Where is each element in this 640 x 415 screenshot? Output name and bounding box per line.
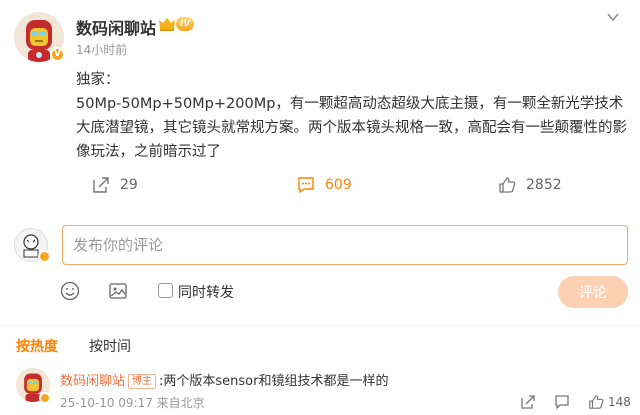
thumbs-up-icon[interactable] [588,394,604,410]
divider [0,325,640,326]
reply-content: 数码闲聊站 博主:两个版本sensor和镜组技术都是一样的 [60,370,388,389]
level-badge: IV [176,17,195,31]
verified-badge-icon [38,250,51,263]
reply-text: :两个版本sensor和镜组技术都是一样的 [159,374,389,389]
image-icon[interactable] [108,281,128,301]
share-icon[interactable] [520,394,536,410]
repost-count: 29 [120,177,138,193]
reply-meta: 25-10-10 09:17 来自北京 [60,396,205,410]
emoji-icon[interactable] [60,281,80,301]
comment-count: 609 [325,177,352,193]
comment-icon [298,177,314,194]
tab-time[interactable]: 按时间 [89,336,131,356]
thumbs-up-icon [499,177,516,193]
repost-button[interactable]: 29 [92,176,138,194]
reply-author[interactable]: 数码闲聊站 [60,374,125,389]
chevron-down-icon[interactable] [606,10,620,24]
repost-checkbox[interactable] [158,283,173,298]
repost-checkbox-label[interactable]: 同时转发 [178,282,234,302]
comment-button[interactable]: 609 [297,176,352,194]
blogger-tag: 博主 [128,374,157,389]
verified-badge-icon: V [50,47,65,62]
post-time[interactable]: 14小时前 [76,41,127,58]
share-icon [93,177,109,193]
like-count: 2852 [526,177,562,193]
tab-hot[interactable]: 按热度 [16,336,58,356]
author-name[interactable]: 数码闲聊站 [76,15,156,39]
reply-like-count: 148 [608,395,631,409]
comment-icon[interactable] [554,394,570,410]
post-text: 独家： 50Mp-50Mp+50Mp+200Mp，有一颗超高动态超级大底主摄，有… [76,72,627,160]
submit-comment-button[interactable]: 评论 [558,276,628,308]
comment-input[interactable] [62,225,628,265]
like-button[interactable]: 2852 [498,176,562,194]
verified-badge-icon [39,392,51,404]
crown-icon [159,18,175,31]
